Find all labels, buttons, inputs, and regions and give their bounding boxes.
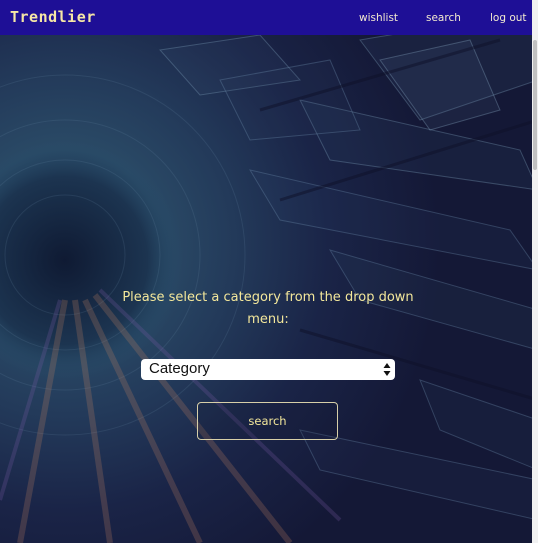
- page: Trendlier wishlist search log out Please…: [0, 0, 538, 543]
- scrollbar-thumb[interactable]: [533, 40, 537, 170]
- search-button[interactable]: search: [197, 402, 338, 440]
- scrollbar[interactable]: [532, 0, 538, 543]
- nav-link-search[interactable]: search: [426, 12, 461, 24]
- nav-link-wishlist[interactable]: wishlist: [359, 12, 398, 24]
- brand-logo[interactable]: Trendlier: [10, 8, 96, 26]
- category-prompt: Please select a category from the drop d…: [122, 290, 414, 327]
- up-down-chevron-icon: [383, 363, 391, 376]
- category-select[interactable]: Category: [141, 359, 395, 380]
- navbar: Trendlier wishlist search log out: [0, 0, 532, 35]
- category-select-value: Category: [149, 360, 210, 377]
- background-image: [0, 0, 538, 543]
- nav-link-logout[interactable]: log out: [490, 12, 527, 24]
